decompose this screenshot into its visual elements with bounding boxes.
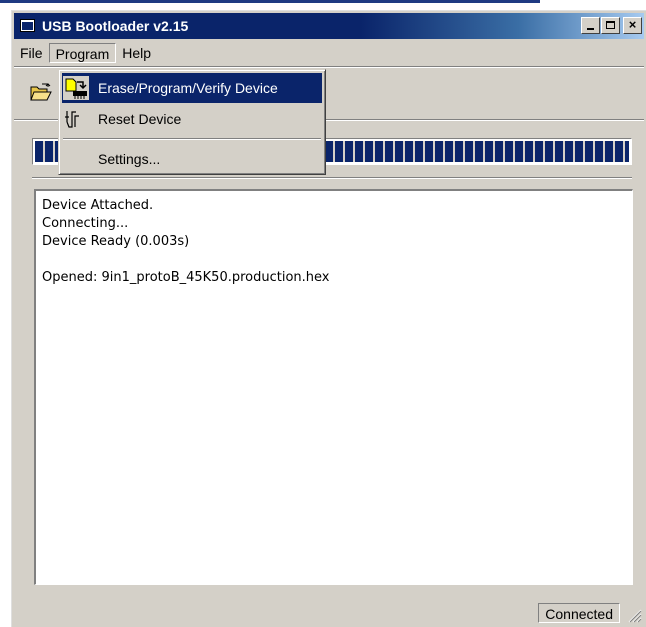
log-output[interactable]: Device Attached. Connecting... Device Re…: [34, 189, 633, 585]
close-button[interactable]: ×: [623, 17, 642, 34]
folder-open-icon[interactable]: [30, 83, 52, 101]
app-icon: [20, 18, 36, 34]
program-menu-dropdown: Erase/Program/Verify Device Reset Device…: [58, 69, 326, 175]
menu-program[interactable]: Program: [48, 43, 117, 63]
log-line: Opened: 9in1_protoB_45K50.production.hex: [42, 270, 330, 285]
menu-item-label: Settings...: [98, 151, 161, 167]
reset-device-icon: [65, 111, 79, 128]
menu-item-label: Erase/Program/Verify Device: [98, 80, 278, 96]
progress-divider: [32, 177, 632, 179]
menu-item-label: Reset Device: [98, 111, 182, 127]
menu-item-reset-device[interactable]: Reset Device: [62, 104, 322, 134]
minimize-button[interactable]: [581, 17, 600, 34]
close-icon: ×: [628, 17, 637, 32]
window-title: USB Bootloader v2.15: [42, 18, 189, 34]
log-line: Device Ready (0.003s): [42, 234, 190, 249]
maximize-button[interactable]: [601, 17, 620, 34]
log-line: Connecting...: [42, 216, 129, 231]
desktop-edge-left: [0, 3, 11, 627]
maximize-icon: [606, 21, 615, 29]
connection-status: Connected: [538, 603, 620, 623]
menu-item-icon-spacer: [63, 147, 89, 171]
menu-bar: File Program Help: [14, 43, 157, 63]
desktop-edge-top: [0, 0, 540, 3]
toolbar-divider-top: [14, 66, 644, 68]
menu-help[interactable]: Help: [116, 43, 157, 63]
log-line: Device Attached.: [42, 198, 154, 213]
menu-separator: [63, 138, 321, 140]
status-bar: Connected: [14, 601, 644, 623]
menu-file[interactable]: File: [14, 43, 49, 63]
title-buttons: ×: [580, 17, 642, 34]
title-bar[interactable]: USB Bootloader v2.15 ×: [14, 13, 644, 39]
program-device-icon: [63, 76, 89, 100]
minimize-icon: [587, 28, 594, 30]
menu-item-erase-program-verify[interactable]: Erase/Program/Verify Device: [62, 73, 322, 103]
menu-item-settings[interactable]: Settings...: [62, 144, 322, 174]
resize-grip-icon[interactable]: [626, 607, 642, 623]
